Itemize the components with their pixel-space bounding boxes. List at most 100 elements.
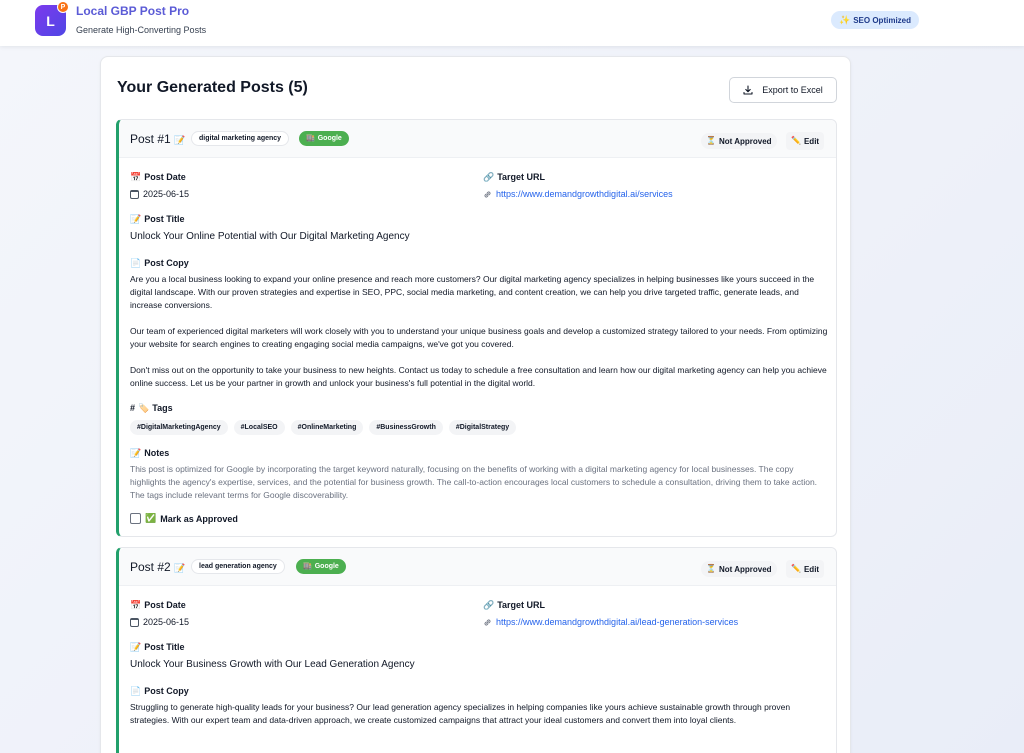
post-header: Post #2 📝 lead generation agency 🏬 Googl… — [119, 548, 836, 586]
memo-icon: 📝 — [130, 447, 142, 458]
post-header: Post #1 📝 digital marketing agency 🏬 Goo… — [119, 120, 836, 158]
sparkle-icon: ✨ — [839, 14, 851, 25]
post-date-label-text: Post Date — [144, 600, 186, 610]
post-copy-label: 📄 Post Copy — [130, 686, 189, 696]
post-date-label-text: Post Date — [144, 172, 186, 182]
notes-label: 📝 Notes — [130, 448, 169, 458]
memo-icon: 📝 — [130, 641, 142, 652]
post-card: Post #1 📝 digital marketing agency 🏬 Goo… — [116, 119, 837, 537]
link-outline-icon — [484, 619, 491, 625]
notes-label-text: Notes — [144, 448, 170, 458]
app-subtitle: Generate High-Converting Posts — [76, 25, 207, 35]
post-copy: Struggling to generate high-quality lead… — [130, 701, 830, 727]
export-to-excel-button[interactable]: Export to Excel — [729, 77, 837, 103]
tag-chip: #DigitalStrategy — [448, 420, 517, 435]
tags-label: # 🏷️ Tags — [130, 403, 173, 413]
platform-label: Google — [317, 135, 342, 142]
mark-approved-row[interactable]: ✅ Mark as Approved — [130, 513, 238, 524]
app-header: L P Local GBP Post Pro Generate High-Con… — [0, 0, 1024, 46]
logo-badge: P — [57, 1, 69, 13]
post-title-label: 📝 Post Title — [130, 642, 185, 652]
target-url-label: 🔗 Target URL — [483, 172, 545, 182]
pencil-icon: ✏️ — [791, 564, 801, 573]
export-label: Export to Excel — [762, 85, 823, 95]
platform-chip: 🏬 Google — [299, 131, 349, 146]
link-icon: 🔗 — [483, 171, 495, 182]
post-copy-paragraph: Struggling to generate high-quality lead… — [130, 702, 791, 725]
platform-label: Google — [314, 563, 339, 570]
post-copy-paragraph: Our team of experienced digital marketer… — [130, 326, 828, 349]
target-url-value: https://www.demandgrowthdigital.ai/lead-… — [483, 617, 738, 627]
post-number: Post #2 📝 — [130, 560, 185, 574]
status-label: Not Approved — [718, 564, 772, 574]
post-copy-label: 📄 Post Copy — [130, 258, 189, 268]
page-icon: 📄 — [130, 685, 142, 696]
target-url-link[interactable]: https://www.demandgrowthdigital.ai/lead-… — [496, 617, 738, 627]
notes-text: This post is optimized for Google by inc… — [130, 464, 818, 500]
mark-approved-checkbox[interactable] — [130, 513, 141, 524]
link-outline-icon — [484, 191, 491, 197]
post-title-label-text: Post Title — [144, 214, 185, 224]
post-title: Unlock Your Online Potential with Our Di… — [130, 231, 410, 242]
keyword-chip: digital marketing agency — [191, 131, 290, 146]
seo-optimized-badge: ✨ SEO Optimized — [831, 11, 920, 29]
platform-chip: 🏬 Google — [296, 559, 346, 574]
tag-chip: #LocalSEO — [233, 420, 285, 435]
pencil-icon: ✏️ — [791, 136, 801, 145]
post-copy-label-text: Post Copy — [144, 686, 189, 696]
post-date-text: 2025-06-15 — [143, 189, 190, 199]
tags-list: #DigitalMarketingAgency #LocalSEO #Onlin… — [130, 420, 517, 435]
link-icon: 🔗 — [483, 599, 495, 610]
tag-icon: 🏷️ — [138, 402, 150, 413]
tag-chip: #DigitalMarketingAgency — [130, 420, 228, 435]
post-date-text: 2025-06-15 — [143, 617, 190, 627]
calendar-emoji-icon: 📅 — [130, 599, 142, 610]
post-date-value: 2025-06-15 — [130, 189, 189, 199]
seo-badge-label: SEO Optimized — [853, 15, 912, 25]
page-title: Your Generated Posts (5) — [117, 79, 308, 96]
memo-icon: 📝 — [130, 213, 142, 224]
approval-status-badge: ⏳ Not Approved — [701, 133, 777, 149]
post-number: Post #1 📝 — [130, 132, 185, 146]
target-url-value: https://www.demandgrowthdigital.ai/servi… — [483, 189, 673, 199]
keyword-chip: lead generation agency — [191, 559, 285, 574]
memo-icon: 📝 — [174, 563, 186, 573]
post-date-label: 📅 Post Date — [130, 600, 186, 610]
status-label: Not Approved — [718, 136, 772, 146]
page-icon: 📄 — [130, 257, 142, 268]
edit-post-button[interactable]: ✏️ Edit — [786, 132, 825, 150]
calendar-emoji-icon: 📅 — [130, 171, 142, 182]
check-mark-icon: ✅ — [145, 513, 157, 523]
post-title-label-text: Post Title — [144, 642, 185, 652]
post-title: Unlock Your Business Growth with Our Lea… — [130, 659, 415, 670]
post-date-label: 📅 Post Date — [130, 172, 186, 182]
target-url-label-text: Target URL — [497, 172, 546, 182]
post-copy-paragraph: Don't miss out on the opportunity to tak… — [130, 365, 827, 388]
target-url-label: 🔗 Target URL — [483, 600, 545, 610]
edit-label: Edit — [803, 564, 820, 574]
target-url-link[interactable]: https://www.demandgrowthdigital.ai/servi… — [496, 189, 673, 199]
calendar-icon — [130, 189, 139, 199]
store-icon: 🏬 — [306, 135, 315, 142]
posts-panel: Your Generated Posts (5) Export to Excel… — [100, 56, 851, 753]
tag-chip: #BusinessGrowth — [369, 420, 443, 435]
tag-chip: #OnlineMarketing — [290, 420, 364, 435]
edit-label: Edit — [803, 136, 820, 146]
hourglass-icon: ⏳ — [706, 136, 716, 145]
post-title-label: 📝 Post Title — [130, 214, 185, 224]
app-title: Local GBP Post Pro — [76, 4, 190, 18]
tags-label-text: Tags — [152, 403, 173, 413]
hash-icon: # — [130, 402, 136, 413]
calendar-icon — [130, 617, 139, 627]
hourglass-icon: ⏳ — [706, 564, 716, 573]
post-number-label: Post #1 — [130, 132, 171, 146]
post-copy-paragraph: Are you a local business looking to expa… — [130, 274, 815, 310]
memo-icon: 📝 — [174, 135, 186, 145]
approval-status-badge: ⏳ Not Approved — [701, 561, 777, 577]
post-date-value: 2025-06-15 — [130, 617, 189, 627]
target-url-label-text: Target URL — [497, 600, 546, 610]
edit-post-button[interactable]: ✏️ Edit — [786, 560, 825, 578]
post-copy-label-text: Post Copy — [144, 258, 189, 268]
post-card: Post #2 📝 lead generation agency 🏬 Googl… — [116, 547, 837, 753]
store-icon: 🏬 — [303, 563, 312, 570]
